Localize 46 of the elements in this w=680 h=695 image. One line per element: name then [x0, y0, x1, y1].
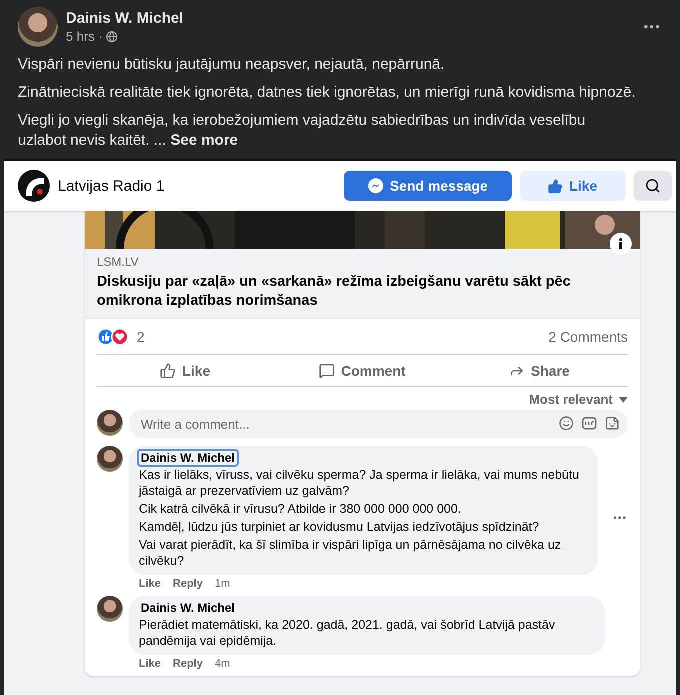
messenger-icon — [368, 178, 384, 194]
post-text: Zinātnieciskā realitāte tiek ignorēta, datnes tiek ignorētas, un mierīgi runā kovidisma hipnozē. — [18, 83, 637, 103]
comment-time: 1m — [214, 578, 230, 590]
comment-field[interactable]: Write a comment... — [129, 410, 628, 438]
avatar — [97, 596, 123, 622]
comment-text: Cik katrā cilvēkā ir vīrusu? Atbilde ir 380 000 000 000 000. — [139, 501, 462, 517]
post-text: Vispāri nevienu būtisku jautājumu neapsver, nejautā, nepārrunā. — [18, 55, 446, 75]
reply-link[interactable]: Reply — [173, 578, 203, 590]
thumbs-up-icon — [160, 362, 176, 378]
reply-link[interactable]: Reply — [173, 658, 203, 670]
sort-dropdown[interactable]: Most relevant — [529, 392, 628, 407]
thumbs-up-icon — [548, 178, 564, 194]
comment-text: Kas ir lielāks, vīruss, vai cilvēku sperma? Ja sperma ir lielāka, vai mums nebūtu jāstaigā ar prezervatīviem uz galvām? — [139, 467, 580, 499]
avatar — [18, 7, 58, 47]
comment-text: Pierādiet matemātiski, ka 2020. gadā, 2021. gadā, vai šobrīd Latvijā pastāv pandēmija vai epidēmija. — [139, 617, 556, 649]
search-icon — [645, 178, 661, 194]
sticker-icon[interactable] — [605, 416, 620, 431]
comment-time: 4m — [214, 658, 230, 670]
reaction-count: 2 — [137, 328, 145, 344]
avatar — [97, 446, 123, 472]
post-text: Viegli jo viegli skanēja, ka ierobežojumiem vajadzētu sabiedrības un indivīda veselību uzlabot nevis kaitēt. ... See more — [18, 111, 587, 151]
comment-text: Vai varat pierādīt, ka šī slimība ir vispāri lipīga un pārnēsājama no cilvēka uz cilvēku? — [139, 537, 562, 569]
logo-icon — [18, 170, 50, 202]
share-button[interactable]: Share — [451, 355, 628, 386]
comment-text: Kamdēļ, lūdzu jūs turpiniet ar kovidusmu Latvijas iedzīvotājus spīdzināt? — [139, 519, 540, 535]
link-domain: LSM.LV — [97, 255, 140, 269]
avatar — [97, 410, 123, 436]
like-button[interactable]: Like — [97, 355, 274, 386]
caret-icon — [619, 396, 628, 402]
speech-bubble-icon — [319, 362, 336, 378]
globe-icon — [106, 30, 118, 42]
comment-author-link[interactable]: Dainis W. Michel — [139, 601, 238, 615]
like-link[interactable]: Like — [139, 578, 162, 590]
gif-icon[interactable] — [582, 416, 597, 431]
post-author: Dainis W. Michel — [66, 10, 185, 27]
comment-button[interactable]: Comment — [274, 355, 451, 386]
comment-count[interactable]: 2 Comments — [548, 328, 628, 344]
link-title[interactable]: Diskusiju par «zaļā» un «sarkanā» režīma izbeigšanu varētu sākt pēc omikrona izplatības norimšanas — [97, 273, 628, 311]
send-message-button[interactable]: Send message — [344, 171, 512, 201]
comment-author-link[interactable]: Dainis W. Michel — [139, 451, 238, 465]
emoji-icon[interactable] — [559, 416, 574, 431]
post-time: 5 hrs · — [66, 29, 103, 44]
like-button[interactable]: Like — [520, 171, 626, 201]
page-name: Latvijas Radio 1 — [58, 178, 166, 194]
search-button[interactable] — [634, 171, 672, 201]
like-link[interactable]: Like — [139, 658, 162, 670]
